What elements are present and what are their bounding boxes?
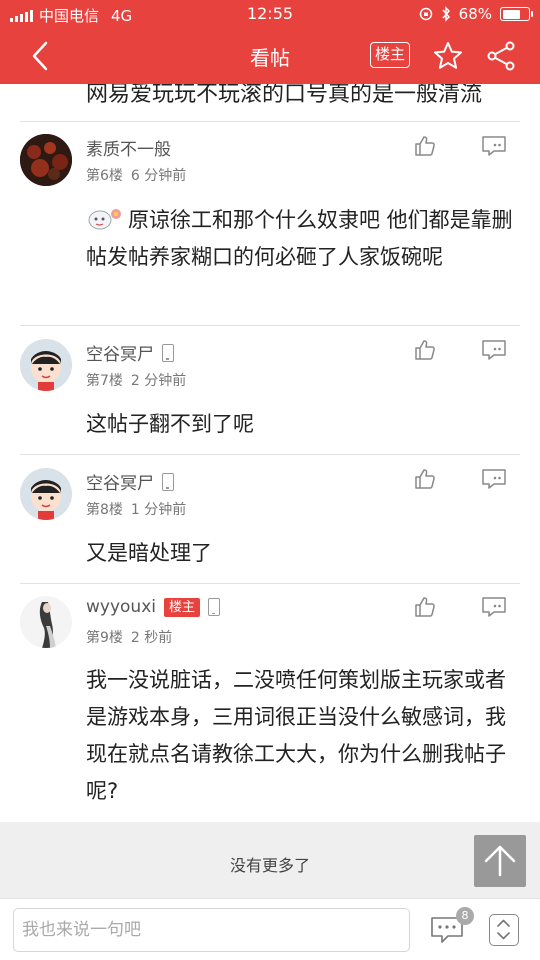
mobile-client-icon — [208, 598, 220, 616]
avatar[interactable] — [20, 468, 72, 520]
comment-input[interactable]: 我也来说一句吧 — [13, 908, 410, 952]
mobile-client-icon — [162, 472, 174, 491]
avatar[interactable] — [20, 339, 72, 391]
nav-bar: 看帖 楼主 — [0, 28, 540, 84]
share-icon[interactable] — [485, 40, 517, 72]
battery-percent: 68% — [458, 5, 492, 23]
end-of-list: 没有更多了 — [0, 822, 540, 898]
avatar[interactable] — [20, 596, 72, 648]
battery-icon — [500, 7, 533, 21]
username[interactable]: 空谷冥尸 — [86, 340, 174, 365]
thumbs-up-icon[interactable] — [413, 467, 437, 491]
thumbs-up-icon[interactable] — [413, 338, 437, 362]
post-floor-9: wyyouxi 楼主 第9楼 2 秒前 我一没说脏话，二没喷任何策划版主玩家或者是游… — [0, 584, 540, 822]
bottom-bar: 我也来说一句吧 8 — [0, 898, 540, 960]
arrow-up-icon — [484, 845, 516, 877]
owner-only-button[interactable]: 楼主 — [370, 42, 410, 68]
post-floor-8: 空谷冥尸 第8楼 1 分钟前 又是暗处理了 — [0, 455, 540, 584]
thread-content: 网易爱玩玩不玩滚的口号真的是一般清流 素质不一般 第6楼 6 分钟前 原谅徐工和那… — [0, 84, 540, 822]
post-body: 原谅徐工和那个什么奴隶吧 他们都是靠删帖发帖养家糊口的何必砸了人家饭碗呢 — [86, 208, 513, 269]
orientation-lock-icon — [419, 7, 432, 21]
up-down-arrows-icon — [497, 919, 510, 940]
post-body: 又是暗处理了 — [86, 541, 212, 565]
owner-badge: 楼主 — [163, 597, 200, 617]
post-meta: 第6楼 6 分钟前 — [86, 168, 187, 184]
thumbs-up-icon[interactable] — [413, 134, 437, 158]
no-more-label: 没有更多了 — [229, 856, 310, 875]
bluetooth-icon — [442, 6, 450, 22]
post-body: 这帖子翻不到了呢 — [86, 412, 254, 436]
post-floor-6: 素质不一般 第6楼 6 分钟前 原谅徐工和那个什么奴隶吧 他们都是靠删帖发帖养家糊… — [0, 122, 540, 326]
back-to-top-button[interactable] — [474, 835, 526, 887]
post-meta: 第8楼 1 分钟前 — [86, 502, 187, 518]
comment-count-badge: 8 — [456, 907, 474, 925]
page-jump-button[interactable] — [489, 914, 519, 946]
mobile-client-icon — [162, 343, 174, 362]
reply-icon[interactable] — [480, 338, 508, 362]
status-bar: 中国电信 4G 12:55 68% — [0, 0, 540, 28]
star-icon[interactable] — [432, 40, 464, 72]
emoji-sticker-icon — [88, 209, 121, 230]
reply-icon[interactable] — [480, 467, 508, 491]
avatar[interactable] — [20, 134, 72, 186]
reply-icon[interactable] — [480, 134, 508, 158]
thumbs-up-icon[interactable] — [413, 595, 437, 619]
post-body: 我一没说脏话，二没喷任何策划版主玩家或者是游戏本身，三用词很正当没什么敏感词，我… — [86, 668, 506, 803]
post-meta: 第9楼 2 秒前 — [86, 630, 173, 646]
post-floor-7: 空谷冥尸 第7楼 2 分钟前 这帖子翻不到了呢 — [0, 326, 540, 455]
reply-icon[interactable] — [480, 595, 508, 619]
username[interactable]: 空谷冥尸 — [86, 469, 174, 494]
username[interactable]: wyyouxi 楼主 — [86, 597, 220, 617]
previous-post-text: 网易爱玩玩不玩滚的口号真的是一般清流 — [86, 84, 483, 107]
username[interactable]: 素质不一般 — [86, 135, 171, 160]
post-meta: 第7楼 2 分钟前 — [86, 373, 187, 389]
